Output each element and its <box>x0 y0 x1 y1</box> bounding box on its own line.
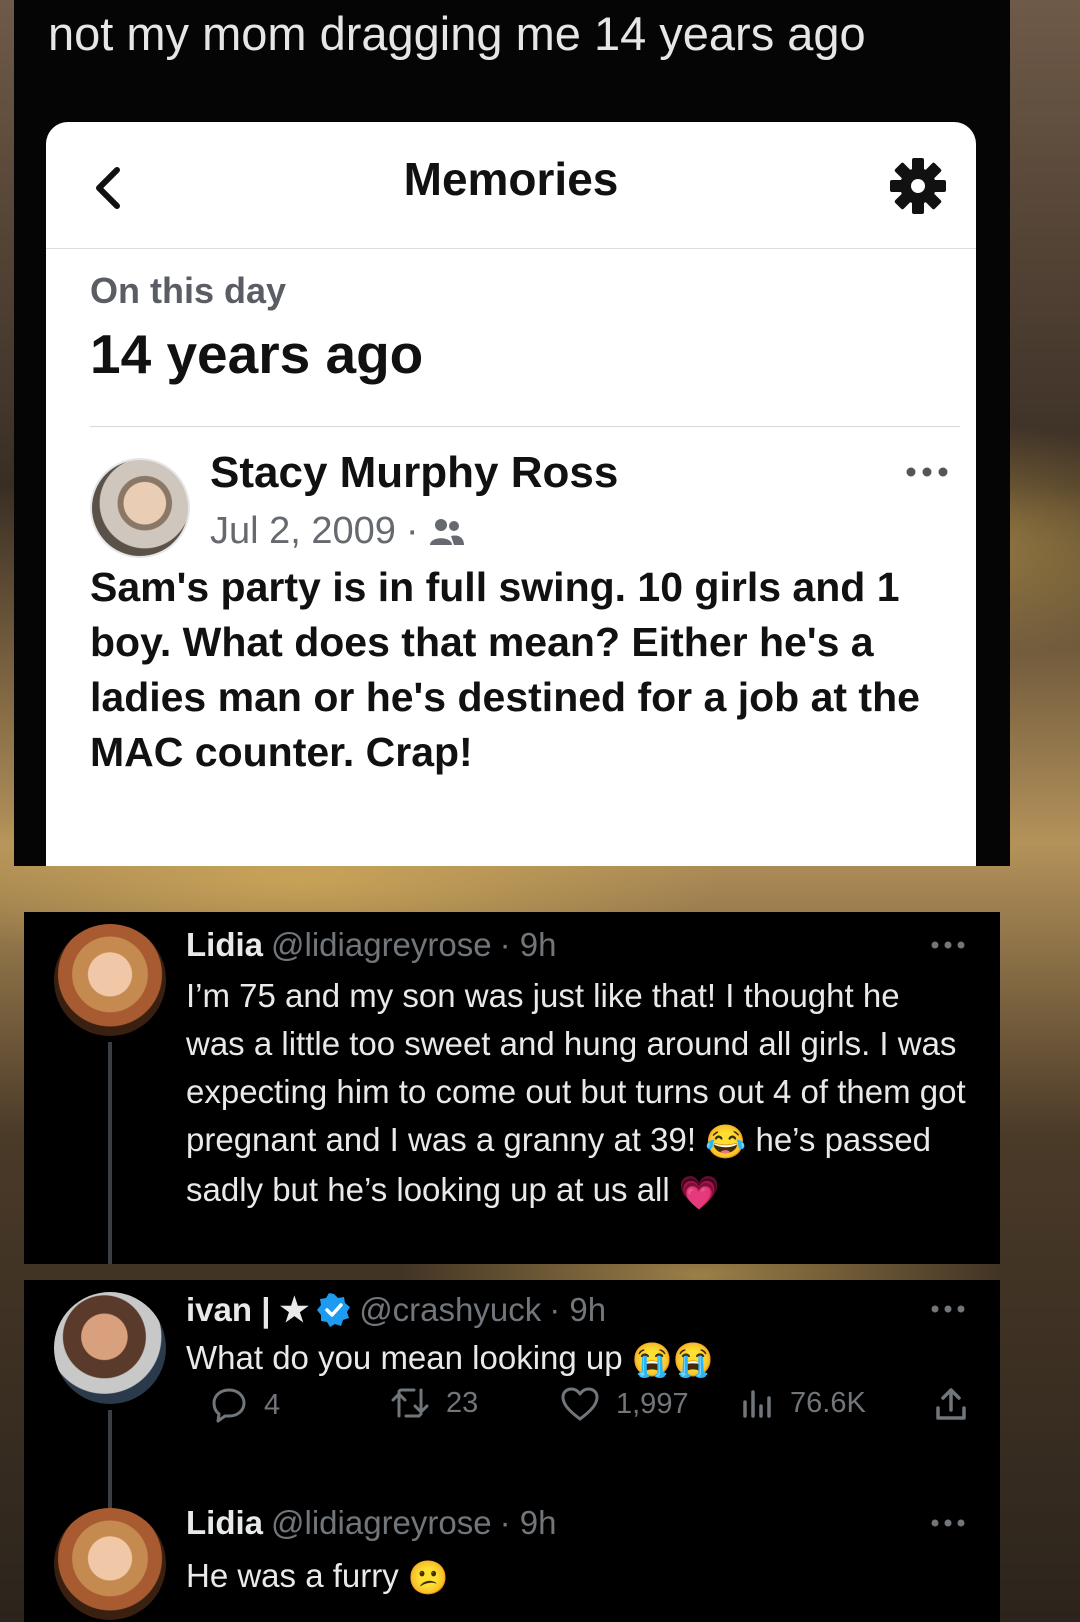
tweet-author-name[interactable]: Lidia <box>186 1504 263 1542</box>
more-horizontal-icon <box>931 1305 965 1313</box>
divider <box>90 426 960 427</box>
heart-icon <box>561 1387 599 1421</box>
meme-caption: not my mom dragging me 14 years ago <box>48 7 866 60</box>
tweet-time[interactable]: · 9h <box>500 1504 557 1542</box>
more-horizontal-icon <box>931 941 965 949</box>
tweet-text-part: What do you mean looking up <box>186 1339 623 1376</box>
more-options-button[interactable] <box>902 462 952 482</box>
views-button[interactable]: 76.6K <box>740 1386 866 1420</box>
friends-icon <box>429 518 464 545</box>
tweet-handle[interactable]: @lidiagreyrose <box>271 926 492 964</box>
reply-button[interactable]: 4 <box>210 1386 280 1424</box>
tweet-thread-panel: ivan | ★ @crashyuck · 9h What do you mea… <box>24 1280 1000 1622</box>
tweet-time[interactable]: · 9h <box>549 1291 606 1329</box>
tweet-text-part: He was a furry <box>186 1557 399 1594</box>
more-options-button[interactable] <box>928 1302 968 1314</box>
heart-emoji: 💗 <box>678 1173 720 1211</box>
reply-count: 4 <box>264 1388 281 1421</box>
verified-badge-icon <box>317 1292 351 1327</box>
retweet-count: 23 <box>446 1386 479 1419</box>
laughing-emoji: 😂 <box>705 1123 747 1161</box>
more-horizontal-icon <box>906 467 948 477</box>
more-options-button[interactable] <box>928 1516 968 1528</box>
tweet-reply-panel: Lidia @lidiagreyrose · 9h I’m 75 and my … <box>24 912 1000 1264</box>
share-button[interactable] <box>934 1386 968 1422</box>
tweet-text: He was a furry 😕 <box>186 1552 966 1602</box>
memories-header: Memories <box>46 122 976 249</box>
tweet-author-name[interactable]: ivan | ★ <box>186 1290 309 1329</box>
settings-button[interactable] <box>888 156 952 220</box>
post-author[interactable]: Stacy Murphy Ross <box>210 448 618 498</box>
tweet-handle[interactable]: @lidiagreyrose <box>271 1504 492 1542</box>
years-ago-heading: 14 years ago <box>90 323 424 385</box>
crying-emoji: 😭😭 <box>631 1341 714 1379</box>
meta-separator: · <box>405 510 419 552</box>
thread-line <box>108 1410 112 1510</box>
retweet-icon <box>391 1388 429 1418</box>
post-date[interactable]: Jul 2, 2009 <box>210 510 396 553</box>
tweet-actions: 4 23 1,997 76.6K <box>210 1386 990 1436</box>
section-label: On this day <box>90 270 287 311</box>
tweet-time[interactable]: · 9h <box>500 926 557 964</box>
avatar[interactable] <box>90 458 190 558</box>
tweet-header: ivan | ★ @crashyuck · 9h <box>186 1290 606 1329</box>
tweet-text: I’m 75 and my son was just like that! I … <box>186 972 966 1217</box>
avatar[interactable] <box>54 924 166 1036</box>
post-text: Sam's party is in full swing. 10 girls a… <box>90 564 920 775</box>
reply-icon <box>212 1388 246 1423</box>
gear-icon <box>890 158 946 214</box>
memories-screenshot-panel: not my mom dragging me 14 years ago Memo… <box>14 0 1010 866</box>
avatar[interactable] <box>54 1292 166 1404</box>
more-options-button[interactable] <box>928 938 968 950</box>
tweet-text: What do you mean looking up 😭😭 <box>186 1334 966 1384</box>
memories-card: Memories On this day 14 years ago Stacy … <box>46 122 976 866</box>
tweet-header: Lidia @lidiagreyrose · 9h <box>186 926 556 964</box>
like-button[interactable]: 1,997 <box>560 1386 689 1422</box>
tweet-author-name[interactable]: Lidia <box>186 926 263 964</box>
views-chart-icon <box>743 1390 771 1418</box>
like-count: 1,997 <box>616 1387 689 1420</box>
share-icon <box>936 1388 966 1420</box>
confused-emoji: 😕 <box>407 1559 449 1597</box>
memories-title: Memories <box>403 153 619 205</box>
avatar[interactable] <box>54 1508 166 1620</box>
post-meta: Jul 2, 2009 · <box>210 510 465 553</box>
thread-line <box>108 1042 112 1264</box>
more-horizontal-icon <box>931 1519 965 1527</box>
retweet-button[interactable]: 23 <box>390 1386 478 1420</box>
tweet-handle[interactable]: @crashyuck <box>359 1291 541 1329</box>
tweet-header: Lidia @lidiagreyrose · 9h <box>186 1504 556 1542</box>
view-count: 76.6K <box>790 1386 866 1419</box>
